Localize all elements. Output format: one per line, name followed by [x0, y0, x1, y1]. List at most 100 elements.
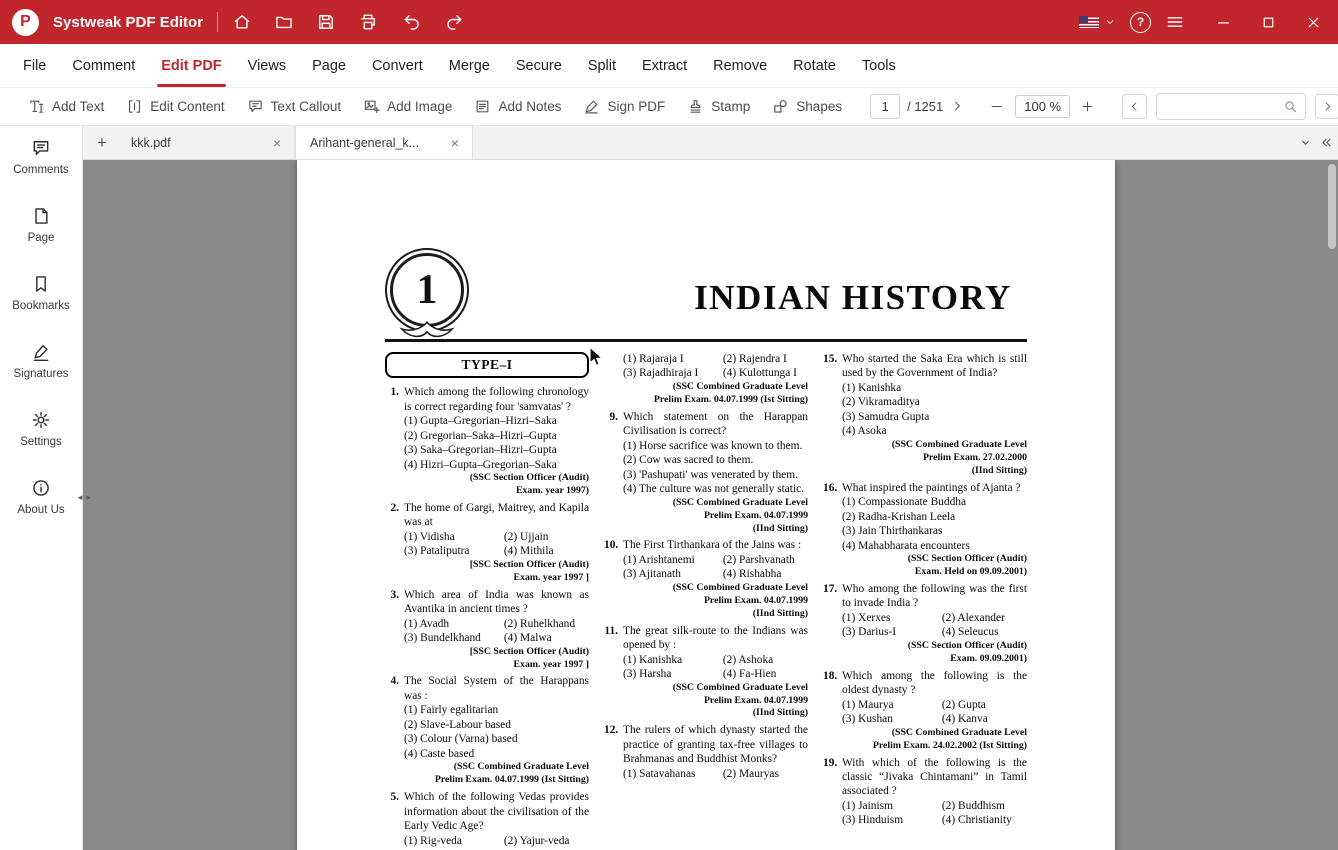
question-source: (SSC Section Officer (Audit)	[842, 553, 1027, 566]
plus-icon	[1080, 99, 1095, 114]
document-area[interactable]: 1 INDIAN HISTORY TYPE–I1.Which among the…	[83, 160, 1338, 850]
find-previous-button[interactable]	[1122, 94, 1147, 119]
tool-sign-pdf[interactable]: Sign PDF	[583, 98, 665, 115]
save-button[interactable]	[316, 12, 336, 32]
add-image-icon	[363, 98, 380, 115]
menu-item-page[interactable]: Page	[299, 44, 359, 87]
option: (3) Hinduism	[842, 813, 942, 827]
comments-icon	[31, 138, 51, 158]
tab-overflow-button[interactable]	[1299, 136, 1312, 149]
sidebar-item-label: Signatures	[14, 368, 69, 380]
new-tab-button[interactable]: +	[91, 131, 113, 155]
tool-stamp[interactable]: Stamp	[687, 98, 750, 115]
menu-item-tools[interactable]: Tools	[849, 44, 909, 87]
undo-button[interactable]	[402, 12, 422, 32]
redo-icon	[444, 12, 464, 32]
search-icon	[1283, 99, 1298, 114]
option: (4) Malwa	[504, 631, 589, 645]
menu-item-file[interactable]: File	[10, 44, 59, 87]
tool-edit-content[interactable]: Edit Content	[126, 98, 224, 115]
sidebar-item-page[interactable]: Page	[28, 206, 55, 244]
tab-arihant-general-k[interactable]: Arihant-general_k...×	[295, 126, 473, 159]
question-source: Prelim Exam. 04.07.1999 (Ist Sitting)	[623, 394, 808, 407]
question-source: (SSC Combined Graduate Level	[623, 582, 808, 595]
menu-item-convert[interactable]: Convert	[359, 44, 436, 87]
option-row: (1) Rajaraja I(2) Rajendra I	[623, 352, 808, 366]
find-next-button[interactable]	[1315, 94, 1338, 119]
close-button[interactable]	[1305, 14, 1322, 31]
add-text-icon	[28, 98, 45, 115]
question-body: With which of the following is the class…	[842, 756, 1027, 828]
option-row: (1) Horse sacrifice was known to them.	[623, 439, 808, 453]
pdf-page[interactable]: 1 INDIAN HISTORY TYPE–I1.Which among the…	[297, 160, 1115, 850]
tool-text-callout[interactable]: Text Callout	[247, 98, 342, 115]
menu-item-split[interactable]: Split	[575, 44, 629, 87]
tool-add-image[interactable]: Add Image	[363, 98, 452, 115]
tab-kkk-pdf[interactable]: kkk.pdf×	[117, 126, 295, 159]
question: 3.Which area of India was known as Avant…	[385, 588, 589, 672]
menu-item-edit-pdf[interactable]: Edit PDF	[148, 44, 234, 87]
menu-item-merge[interactable]: Merge	[436, 44, 503, 87]
zoom-out-button[interactable]	[989, 99, 1005, 115]
help-button[interactable]: ?	[1130, 12, 1151, 33]
folder-open-icon	[274, 12, 294, 32]
option-row: (2) Radha-Krishan Leela	[842, 510, 1027, 524]
option-row: (3) Harsha(4) Fa-Hien	[623, 667, 808, 681]
sidebar-item-bookmarks[interactable]: Bookmarks	[12, 274, 70, 312]
question-text: Who started the Saka Era which is still …	[842, 352, 1027, 381]
next-page-button[interactable]	[950, 99, 965, 114]
menu-item-extract[interactable]: Extract	[629, 44, 700, 87]
tool-add-text[interactable]: Add Text	[28, 98, 104, 115]
home-button[interactable]	[232, 12, 252, 32]
collapse-panel-button[interactable]	[1320, 136, 1333, 149]
option-row: (4) The culture was not generally static…	[623, 482, 808, 496]
help-icon: ?	[1130, 12, 1151, 33]
menu-item-rotate[interactable]: Rotate	[780, 44, 849, 87]
scrollbar-thumb[interactable]	[1328, 164, 1336, 249]
question-number	[604, 352, 623, 407]
folder-open-button[interactable]	[274, 12, 294, 32]
question-source: (SSC Section Officer (Audit)	[842, 640, 1027, 653]
tool-shapes[interactable]: Shapes	[772, 98, 842, 115]
print-button[interactable]	[358, 12, 378, 32]
option: (3) Saka–Gregorian–Hizri–Gupta	[404, 443, 557, 457]
panel-resize-handle[interactable]: ◄►	[76, 494, 93, 502]
menu-item-secure[interactable]: Secure	[503, 44, 575, 87]
sidebar-item-about-us[interactable]: About Us	[17, 478, 64, 516]
question-source: (SSC Combined Graduate Level	[623, 682, 808, 695]
page-number-input[interactable]	[870, 94, 900, 119]
app-window: P Systweak PDF Editor ? FileCommentEdit …	[0, 0, 1338, 850]
close-tab-icon[interactable]: ×	[448, 135, 462, 151]
option: (2) Ujjain	[504, 530, 589, 544]
tool-add-notes[interactable]: Add Notes	[474, 98, 561, 115]
hamburger-menu-button[interactable]	[1165, 12, 1185, 32]
menu-item-comment[interactable]: Comment	[59, 44, 148, 87]
close-tab-icon[interactable]: ×	[270, 135, 284, 151]
menu-item-remove[interactable]: Remove	[700, 44, 780, 87]
sign-pdf-icon	[583, 98, 600, 115]
language-selector[interactable]	[1079, 16, 1116, 28]
minimize-button[interactable]	[1215, 14, 1232, 31]
question-text: The home of Gargi, Maitrey, and Kapila w…	[404, 501, 589, 530]
tool-label: Shapes	[796, 99, 842, 114]
menu-item-views[interactable]: Views	[235, 44, 299, 87]
sidebar-item-comments[interactable]: Comments	[13, 138, 69, 176]
question-source: Prelim Exam. 04.07.1999	[623, 595, 808, 608]
option: (3) Colour (Varna) based	[404, 732, 518, 746]
laurel-leaf-icon	[396, 319, 458, 341]
logo-letter: P	[20, 13, 31, 31]
question-source: (SSC Combined Graduate Level	[623, 497, 808, 510]
question-body: Which among the following is the oldest …	[842, 669, 1027, 753]
chevron-down-icon	[1299, 136, 1312, 149]
question: 11.The great silk-route to the Indians w…	[604, 624, 808, 721]
option: (1) Kanishka	[842, 381, 901, 395]
maximize-button[interactable]	[1260, 14, 1277, 31]
zoom-in-button[interactable]	[1080, 99, 1096, 115]
sidebar-item-signatures[interactable]: Signatures	[14, 342, 69, 380]
option: (2) Yajur-veda	[504, 834, 589, 848]
sidebar-item-settings[interactable]: Settings	[20, 410, 62, 448]
sidebar-item-label: About Us	[17, 504, 64, 516]
title-rule	[385, 339, 1027, 342]
redo-button[interactable]	[444, 12, 464, 32]
vertical-scrollbar[interactable]	[1328, 164, 1336, 846]
